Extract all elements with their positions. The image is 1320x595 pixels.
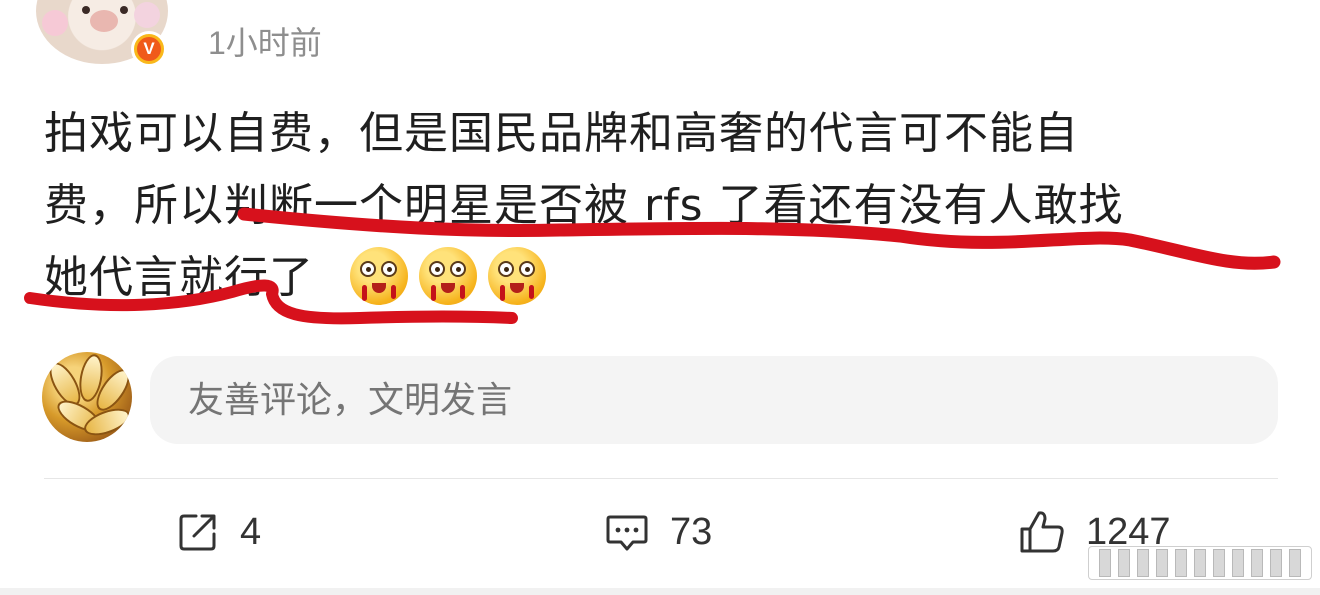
emoji-row <box>350 247 546 305</box>
my-avatar[interactable] <box>42 352 132 442</box>
verified-badge-label: V <box>137 37 161 61</box>
avatar-nose <box>90 10 118 32</box>
divider <box>44 478 1278 479</box>
thumbs-up-icon <box>1020 511 1064 553</box>
bleeding-emoji-icon <box>350 247 408 305</box>
avatar-decoration <box>42 10 68 36</box>
bottom-strip <box>0 588 1320 595</box>
repost-count: 4 <box>240 510 262 553</box>
comment-count: 73 <box>670 510 713 553</box>
bleeding-emoji-icon <box>419 247 477 305</box>
avatar-eye <box>82 6 90 14</box>
repost-button[interactable]: 4 <box>176 506 261 558</box>
comment-input[interactable] <box>150 356 1278 444</box>
repost-icon <box>179 514 216 551</box>
comment-icon <box>606 515 648 551</box>
post-timestamp: 1小时前 <box>208 25 322 61</box>
verified-badge-icon: V <box>131 31 167 67</box>
avatar-decoration <box>134 2 160 28</box>
avatar-eye <box>120 6 128 14</box>
bleeding-emoji-icon <box>488 247 546 305</box>
comment-button[interactable]: 73 <box>604 506 712 558</box>
watermark-overlay <box>1088 546 1312 580</box>
comment-text: 拍戏可以自费，但是国民品牌和高奢的代言可不能自 费，所以判断一个明星是否被 rf… <box>44 108 1124 303</box>
